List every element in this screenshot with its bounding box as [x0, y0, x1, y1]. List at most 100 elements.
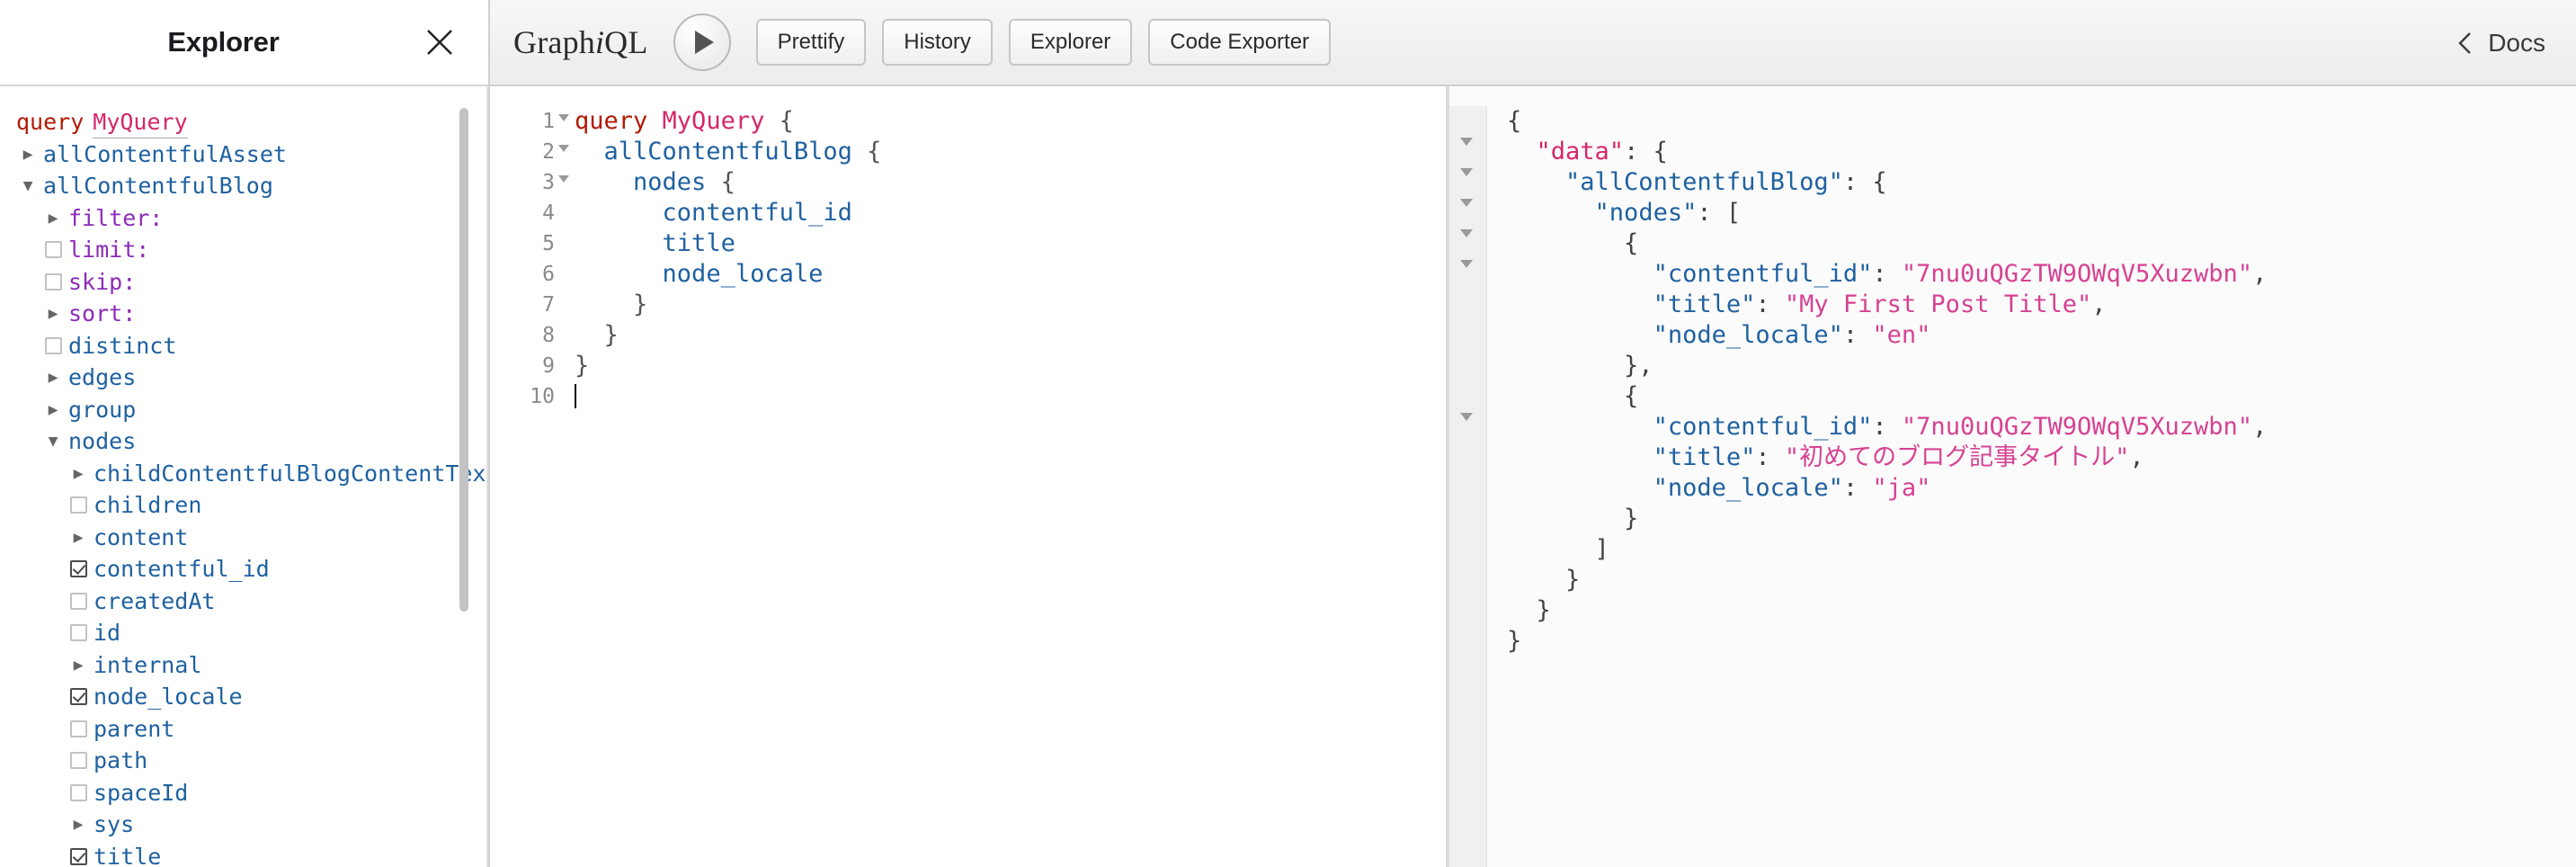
execute-query-button[interactable] [673, 13, 731, 71]
result-fold-toggle-icon[interactable] [1460, 229, 1473, 237]
explorer-title: Explorer [167, 26, 280, 58]
explorer-item-node_locale[interactable]: node_locale [16, 681, 488, 713]
checkbox-limit[interactable] [41, 241, 65, 259]
result-line: "node_locale": "en" [1507, 320, 2576, 351]
checkbox-parent[interactable] [67, 720, 90, 737]
explorer-item-distinct[interactable]: distinct [16, 330, 488, 362]
explorer-item-title[interactable]: title [16, 841, 488, 867]
result-line: "allContentfulBlog": { [1507, 167, 2576, 198]
checkbox-path[interactable] [67, 752, 90, 770]
checkbox-spaceid[interactable] [67, 783, 90, 801]
chevron-right-icon[interactable]: ▶ [41, 394, 65, 426]
chevron-right-icon[interactable]: ▶ [67, 649, 90, 682]
explorer-item-content[interactable]: ▶ content [16, 522, 488, 554]
explorer-query-root[interactable]: query MyQuery [16, 106, 488, 139]
explorer-panel: Explorer query MyQuery ▶ allContentfulAss… [0, 0, 488, 867]
token: { [764, 107, 794, 135]
explorer-item-contentful_id[interactable]: contentful_id [16, 553, 488, 585]
explorer-item-createdat[interactable]: createdAt [16, 585, 488, 618]
chevron-down-icon[interactable]: ▼ [41, 425, 65, 458]
toolbar-button-prettify[interactable]: Prettify [755, 19, 867, 66]
code-line: node_locale [575, 259, 1448, 290]
chevron-right-icon[interactable]: ▶ [67, 809, 90, 841]
result-line: "data": { [1507, 137, 2576, 167]
query-name[interactable]: MyQuery [93, 106, 188, 139]
result-fold-toggle-icon[interactable] [1460, 168, 1473, 176]
token: { [1507, 107, 1522, 135]
result-fold-toggle-icon[interactable] [1460, 413, 1473, 421]
explorer-item-label: children [94, 492, 202, 518]
line-number: 9 [542, 354, 555, 378]
token: : [1755, 290, 1785, 318]
chevron-right-icon[interactable]: ▶ [67, 458, 90, 490]
explorer-item-path[interactable]: path [16, 745, 488, 777]
explorer-item-spaceid[interactable]: spaceId [16, 777, 488, 809]
result-fold-toggle-icon[interactable] [1460, 199, 1473, 207]
graphiql-app: Explorer query MyQuery ▶ allContentfulAss… [0, 0, 2576, 867]
explorer-item-limit[interactable]: limit: [16, 234, 488, 266]
explorer-item-children[interactable]: children [16, 489, 488, 522]
code-line [575, 381, 1448, 412]
token: "ja" [1872, 474, 1931, 502]
code-line: } [575, 351, 1448, 381]
unchecked-icon [69, 752, 87, 770]
result-fold-gutter[interactable] [1449, 106, 1487, 867]
checkbox-distinct[interactable] [41, 336, 65, 354]
fold-toggle-icon[interactable] [558, 145, 569, 152]
explorer-item-parent[interactable]: parent [16, 713, 488, 746]
explorer-item-edges[interactable]: ▶ edges [16, 362, 488, 394]
token: : [1872, 260, 1902, 288]
checkbox-node_locale[interactable] [67, 688, 90, 706]
explorer-item-allcontentfulblog[interactable]: ▼ allContentfulBlog [16, 170, 488, 202]
graphiql-logo: GraphiQL [513, 23, 648, 61]
chevron-right-icon[interactable]: ▶ [41, 202, 65, 235]
token: : [1842, 321, 1873, 349]
explorer-item-label: sys [94, 811, 135, 837]
explorer-item-internal[interactable]: ▶ internal [16, 649, 488, 682]
graphiql-main: GraphiQL Prettify History Explorer Code Exp… [488, 0, 2576, 867]
token: contentful_id [662, 199, 852, 227]
explorer-item-allcontentfulasset[interactable]: ▶ allContentfulAsset [16, 139, 488, 171]
toolbar-button-explorer[interactable]: Explorer [1008, 19, 1133, 66]
chevron-right-icon[interactable]: ▶ [16, 139, 40, 171]
token: } [1507, 566, 1581, 594]
checkbox-id[interactable] [67, 624, 90, 642]
fold-toggle-icon[interactable] [558, 175, 569, 183]
query-editor[interactable]: 1 2 3 4 5 6 7 8 9 10 query MyQuery { allContentfu… [490, 86, 1448, 867]
chevron-down-icon[interactable]: ▼ [16, 170, 40, 202]
checkbox-title[interactable] [67, 847, 90, 865]
result-fold-toggle-icon[interactable] [1460, 138, 1473, 146]
checkbox-skip[interactable] [41, 273, 65, 290]
explorer-scrollbar[interactable] [459, 108, 468, 827]
result-pane[interactable]: { "data": { "allContentfulBlog": { "node… [1448, 86, 2576, 867]
token: , [2129, 443, 2144, 471]
toolbar-button-code-exporter[interactable]: Code Exporter [1148, 19, 1332, 66]
line-number: 1 [490, 106, 569, 137]
chevron-right-icon[interactable]: ▶ [41, 298, 65, 330]
explorer-item-childcontentfulblogcontenttextn[interactable]: ▶ childContentfulBlogContentTextN [16, 458, 488, 490]
chevron-right-icon[interactable]: ▶ [67, 522, 90, 554]
docs-button[interactable]: Docs [2456, 0, 2545, 86]
explorer-item-group[interactable]: ▶ group [16, 394, 488, 426]
explorer-item-label: node_locale [94, 684, 243, 710]
checkbox-children[interactable] [67, 496, 90, 514]
result-fold-toggle-icon[interactable] [1460, 260, 1473, 268]
editor-code[interactable]: query MyQuery { allContentfulBlog { node… [562, 106, 1448, 867]
explorer-item-sort[interactable]: ▶ sort: [16, 298, 488, 330]
explorer-item-sys[interactable]: ▶ sys [16, 809, 488, 841]
explorer-item-skip[interactable]: skip: [16, 266, 488, 299]
explorer-item-nodes[interactable]: ▼ nodes [16, 425, 488, 458]
chevron-right-icon[interactable]: ▶ [41, 362, 65, 394]
explorer-tree[interactable]: query MyQuery ▶ allContentfulAsset ▼ allCon… [0, 86, 488, 867]
token: "contentful_id" [1653, 260, 1873, 288]
toolbar-button-history[interactable]: History [882, 19, 993, 66]
close-icon[interactable] [411, 13, 468, 71]
explorer-item-filter[interactable]: ▶ filter: [16, 202, 488, 235]
checkbox-createdat[interactable] [67, 592, 90, 610]
explorer-item-id[interactable]: id [16, 617, 488, 649]
checkbox-contentful_id[interactable] [67, 560, 90, 578]
fold-toggle-icon[interactable] [558, 114, 569, 121]
